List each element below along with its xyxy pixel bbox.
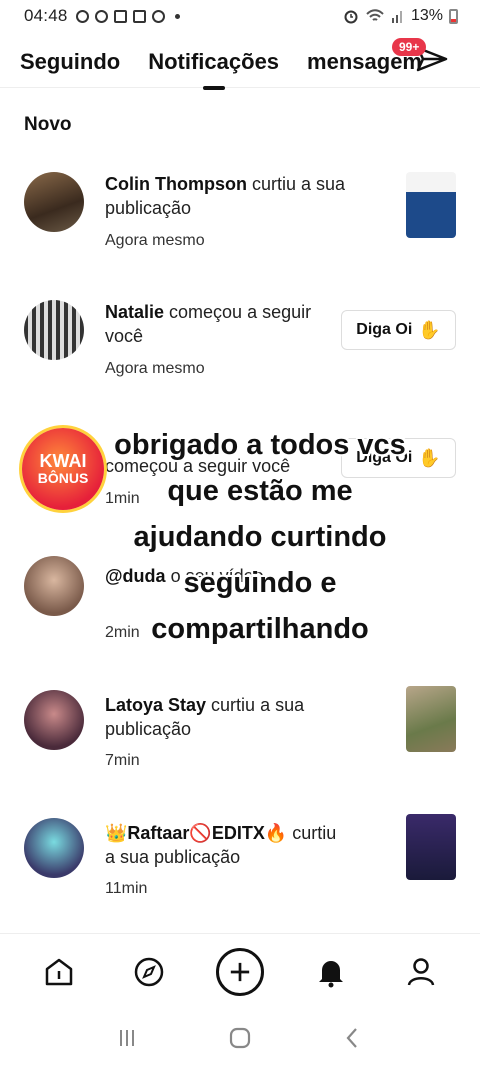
battery-icon	[449, 8, 458, 24]
notification-text: 👑Raftaar🚫EDITX🔥 curtiu a sua publicação	[105, 821, 350, 869]
notification-item[interactable]: Colin Thompson curtiu a sua publicação A…	[0, 172, 480, 272]
notification-time: 7min	[105, 752, 140, 769]
caption-line: compartilhando	[151, 613, 369, 645]
caption-line: ajudando curtindo	[133, 521, 387, 553]
notification-time: Agora mesmo	[105, 360, 205, 377]
avatar[interactable]	[24, 556, 84, 616]
user-name[interactable]: Natalie	[105, 302, 164, 322]
notification-item[interactable]: Natalie começou a seguir você Agora mesm…	[0, 300, 480, 400]
back-icon[interactable]	[340, 1025, 366, 1051]
plus-icon	[230, 962, 250, 981]
wifi-icon	[366, 9, 384, 21]
notification-icon	[132, 9, 146, 23]
system-nav-bar	[0, 1010, 480, 1066]
battery-percent: 13%	[410, 7, 443, 24]
caption-line: obrigado a todos vcs	[114, 429, 406, 461]
nav-discover[interactable]	[126, 949, 172, 995]
caption-line: que estão me	[167, 475, 353, 507]
bell-icon	[319, 960, 343, 987]
more-dot-icon	[174, 13, 180, 19]
overlay-caption: obrigado a todos vcs que estão me ajudan…	[80, 422, 440, 652]
notification-text: Natalie começou a seguir você	[105, 300, 350, 348]
notification-text: Latoya Stay curtiu a sua publicação	[105, 693, 350, 741]
tab-seguindo[interactable]: Seguindo	[20, 44, 120, 84]
nav-home[interactable]	[36, 949, 82, 995]
post-thumbnail[interactable]	[406, 686, 456, 752]
home-circle-icon[interactable]	[227, 1025, 253, 1051]
messages-badge: 99+	[392, 38, 427, 56]
home-icon	[45, 958, 73, 985]
alarm-icon	[344, 10, 358, 24]
caption-line: seguindo e	[183, 567, 337, 599]
notification-text: Colin Thompson curtiu a sua publicação	[105, 172, 350, 220]
notification-icon	[75, 9, 89, 23]
user-name[interactable]: 👑Raftaar🚫EDITX🔥	[105, 823, 287, 843]
facebook-icon	[113, 9, 127, 23]
profile-icon	[407, 957, 435, 985]
status-right: 13%	[343, 7, 458, 25]
notification-icon	[151, 9, 165, 23]
status-bar: 04:48 13%	[0, 0, 480, 32]
nav-create[interactable]	[216, 947, 264, 996]
avatar[interactable]	[24, 172, 84, 232]
bottom-nav	[0, 933, 480, 1009]
signal-icon	[391, 11, 402, 23]
wave-hand-icon: ✋	[418, 319, 441, 340]
notification-item[interactable]: Latoya Stay curtiu a sua publicação 7min	[0, 686, 480, 790]
notification-icon	[94, 9, 108, 23]
section-title: Novo	[24, 114, 72, 135]
user-name[interactable]: Colin Thompson	[105, 174, 247, 194]
status-time: 04:48	[24, 6, 68, 25]
avatar[interactable]	[24, 818, 84, 878]
notification-time: 11min	[105, 880, 148, 897]
notification-time: Agora mesmo	[105, 232, 205, 249]
post-thumbnail[interactable]	[406, 172, 456, 238]
status-notification-icons	[75, 9, 180, 23]
avatar[interactable]	[24, 690, 84, 750]
user-name[interactable]: Latoya Stay	[105, 695, 206, 715]
nav-notifications[interactable]	[308, 949, 354, 995]
avatar[interactable]	[24, 300, 84, 360]
compass-icon	[134, 957, 164, 986]
post-thumbnail[interactable]	[406, 814, 456, 880]
recent-apps-icon[interactable]	[114, 1025, 140, 1051]
say-hi-button[interactable]: Diga Oi ✋	[341, 310, 456, 350]
notification-item[interactable]: 👑Raftaar🚫EDITX🔥 curtiu a sua publicação …	[0, 814, 480, 918]
tab-notificacoes[interactable]: Notificações	[148, 44, 279, 84]
say-hi-label: Diga Oi	[356, 321, 413, 338]
nav-profile[interactable]	[398, 949, 444, 995]
